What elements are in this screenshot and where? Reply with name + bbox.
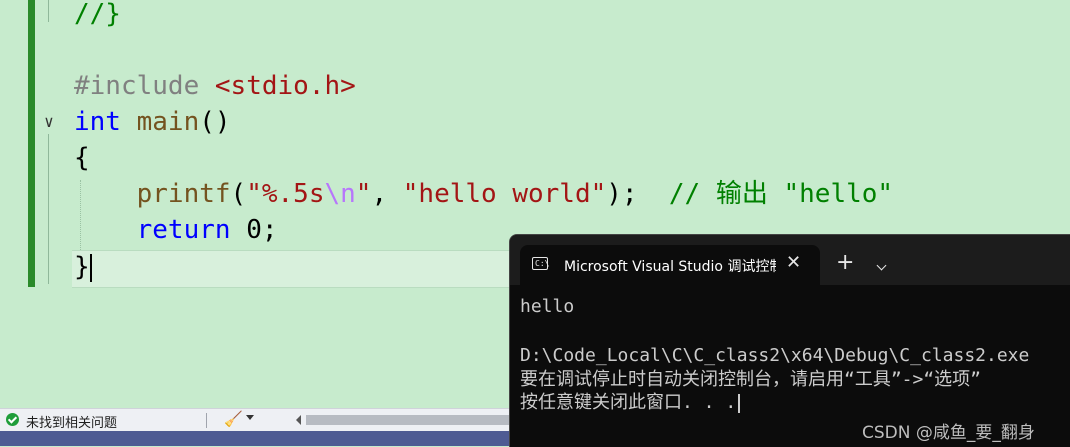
chevron-down-icon[interactable] [246, 415, 254, 420]
console-output-line: 按任意键关闭此窗口. . . [520, 392, 741, 414]
console-output-line: D:\Code_Local\C\C_class2\x64\Debug\C_cla… [520, 345, 1030, 366]
code-line[interactable]: int main() [74, 104, 231, 140]
terminal-tab-strip: C:\ Microsoft Visual Studio 调试控制台 ✕ + [510, 235, 1070, 285]
status-bar: 未找到相关问题 🧹 [0, 408, 510, 431]
debug-console-window[interactable]: C:\ Microsoft Visual Studio 调试控制台 ✕ + he… [509, 234, 1070, 447]
fold-guide [48, 134, 49, 284]
taskbar-strip [0, 431, 510, 446]
console-output-line: 要在调试停止时自动关闭控制台，请启用“工具”->“选项” [520, 369, 982, 390]
divider [206, 413, 207, 428]
tab-title: Microsoft Visual Studio 调试控制台 [564, 259, 776, 275]
watermark: CSDN @咸鱼_要_翻身 [862, 423, 1035, 443]
chevron-down-icon[interactable] [876, 260, 887, 271]
scroll-left-arrow-icon[interactable] [296, 415, 301, 425]
new-tab-button[interactable]: + [836, 252, 854, 274]
text-caret [89, 253, 92, 282]
close-icon[interactable]: ✕ [786, 252, 801, 273]
code-line[interactable]: #include <stdio.h> [74, 68, 356, 104]
code-line[interactable]: printf("%.5s\n", "hello world"); // 输出 "… [74, 176, 893, 212]
broom-icon[interactable]: 🧹 [224, 410, 243, 428]
console-cursor [738, 393, 741, 413]
console-output-line: hello [520, 296, 575, 317]
code-line[interactable]: //} [74, 0, 121, 32]
change-tracking-bar [28, 0, 35, 287]
tab-debug-console[interactable]: C:\ Microsoft Visual Studio 调试控制台 ✕ [520, 245, 820, 285]
horizontal-scrollbar-thumb[interactable] [306, 415, 510, 425]
code-line[interactable]: } [74, 249, 92, 285]
fold-toggle-chevron-icon[interactable]: ∨ [40, 113, 58, 131]
check-circle-icon [6, 413, 19, 426]
fold-guide [48, 0, 49, 22]
terminal-icon: C:\ [532, 257, 549, 270]
code-line[interactable]: { [74, 140, 90, 176]
code-line[interactable]: return 0; [74, 212, 278, 248]
issues-status[interactable]: 未找到相关问题 [26, 412, 117, 431]
